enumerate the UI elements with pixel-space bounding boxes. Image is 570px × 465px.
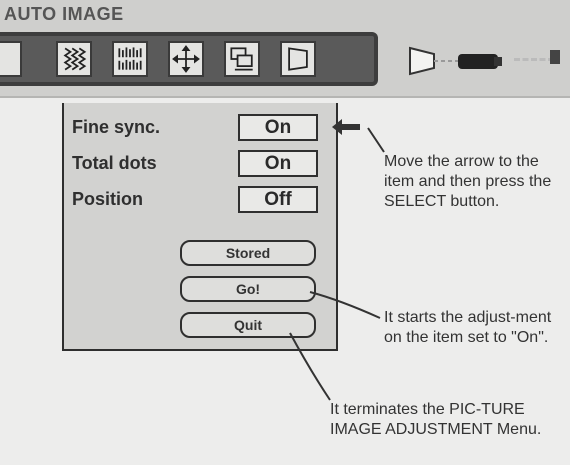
- callout-go: It starts the adjust-ment on the item se…: [384, 309, 552, 346]
- callout-select: Move the arrow to the item and then pres…: [384, 153, 552, 210]
- callout-quit: It terminates the PIC-TURE IMAGE ADJUSTM…: [330, 401, 542, 438]
- callout-leaders: [289, 127, 385, 401]
